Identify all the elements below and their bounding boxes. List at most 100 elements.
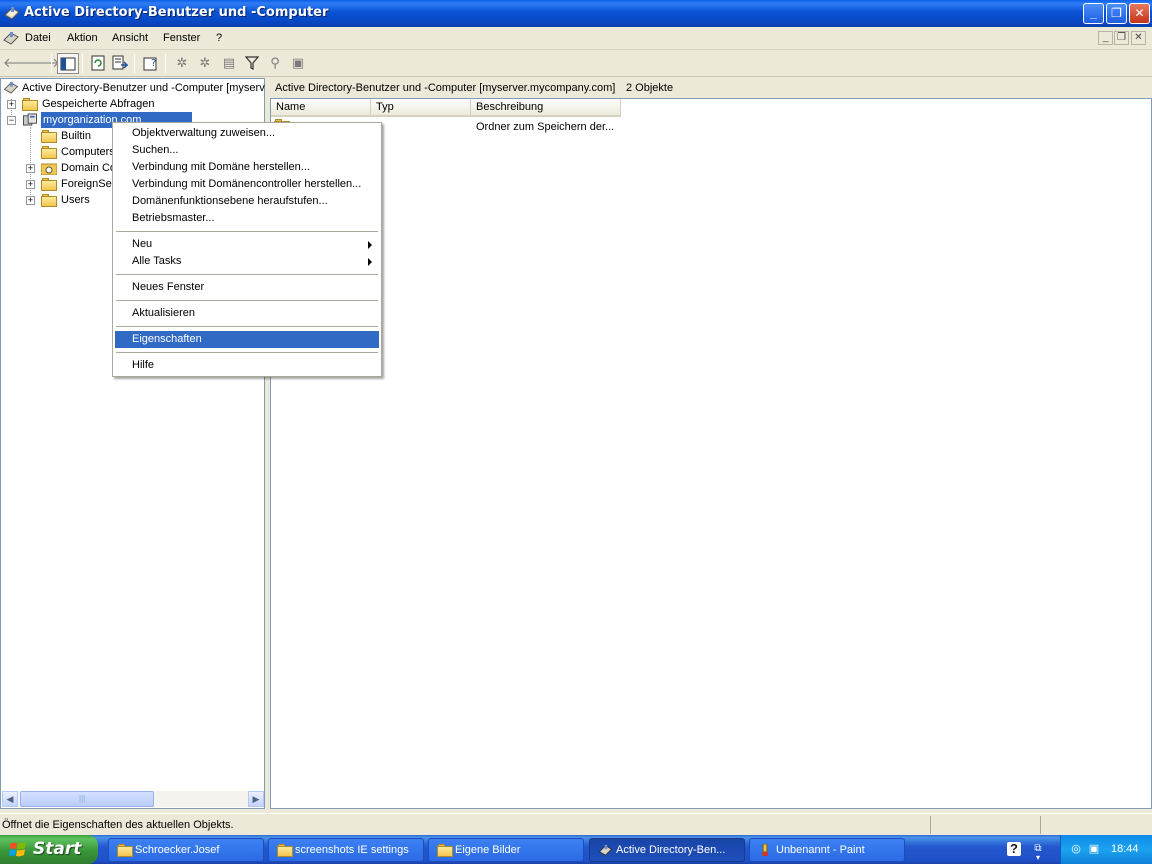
ctx-all-tasks[interactable]: Alle Tasks [115,253,379,270]
context-menu: Objektverwaltung zuweisen... Suchen... V… [112,122,382,377]
ctx-find[interactable]: Suchen... [115,142,379,159]
folder-icon [41,146,57,159]
ad-users-computers-icon [4,7,20,20]
ctx-delegate-control[interactable]: Objektverwaltung zuweisen... [115,125,379,142]
task-button[interactable]: Unbenannt - Paint [749,838,905,862]
toolbar-separator [82,54,83,73]
domain-icon [23,113,37,126]
tree-item-domain-controllers[interactable]: Domain Co [61,160,116,176]
find-icon[interactable]: ⚲ [264,53,286,74]
back-icon[interactable]: 🡐 [3,53,38,74]
tree-item-foreign-security[interactable]: ForeignSec [61,176,117,192]
properties-icon[interactable]: ? [140,53,162,74]
ad-users-computers-icon [598,844,613,856]
task-button[interactable]: screenshots IE settings [268,838,424,862]
details-path: Active Directory-Benutzer und -Computer … [275,82,616,94]
row-description[interactable]: Ordner zum Speichern der... [476,121,614,133]
expand-toggle[interactable]: + [7,100,16,109]
console-tree-icon[interactable] [57,53,79,74]
export-list-icon[interactable] [109,53,131,74]
mdi-close-button[interactable]: ✕ [1131,31,1146,45]
menu-separator [116,274,378,275]
taskbar: Start Schroecker.Josef screenshots IE se… [0,835,1152,864]
tree-item-computers[interactable]: Computers [61,144,115,160]
ctx-connect-domain[interactable]: Verbindung mit Domäne herstellen... [115,159,379,176]
menu-separator [116,326,378,327]
filter-icon[interactable] [241,53,263,74]
help-icon[interactable]: ? [1007,842,1021,856]
ctx-new[interactable]: Neu [115,236,379,253]
window-title: Active Directory-Benutzer und -Computer [24,5,329,20]
details-count: 2 Objekte [626,82,674,94]
menu-ansicht[interactable]: Ansicht [112,32,148,44]
task-label: Schroecker.Josef [135,844,220,856]
task-label: Active Directory-Ben... [616,844,726,856]
toolbar: 🡐 🡒 ? ✲ ✲ ▤ ⚲ ▣ [0,50,1152,77]
column-header-name[interactable]: Name [271,99,371,117]
task-button[interactable]: Eigene Bilder [428,838,584,862]
column-header-type[interactable]: Typ [371,99,471,117]
status-text: Öffnet die Eigenschaften des aktuellen O… [2,819,234,831]
tree-item-builtin[interactable]: Builtin [61,128,91,144]
task-button[interactable]: Schroecker.Josef [108,838,264,862]
clock: 18:44 [1111,843,1139,855]
ctx-raise-functional-level[interactable]: Domänenfunktionsebene heraufstufen... [115,193,379,210]
window-titlebar[interactable]: Active Directory-Benutzer und -Computer … [0,0,1152,27]
forward-icon[interactable]: 🡒 [25,53,60,74]
details-list[interactable]: Name Typ Beschreibung Ordner zum Speiche… [270,98,1152,809]
ctx-new-label: Neu [132,238,153,250]
ctx-operations-masters[interactable]: Betriebsmaster... [115,210,379,227]
start-label: Start [33,839,82,859]
ctx-help[interactable]: Hilfe [115,357,379,374]
menu-datei[interactable]: Datei [25,32,51,44]
chevron-icon[interactable]: ▾ [1030,850,1046,864]
scroll-grip: ||| [79,794,86,803]
start-button[interactable]: Start [0,835,98,864]
add-ou-icon[interactable]: ▤ [218,53,240,74]
menu-help[interactable]: ? [216,32,222,44]
tray-monitor-icon[interactable]: ▣ [1087,842,1101,856]
refresh-icon[interactable] [87,53,109,74]
expand-toggle[interactable]: + [26,164,35,173]
folder-icon [117,844,133,857]
scroll-left-button[interactable]: ◀ [2,791,18,807]
ctx-new-window[interactable]: Neues Fenster [115,279,379,296]
restore-button[interactable]: ❐ [1106,3,1127,24]
mdi-restore-button[interactable]: ❐ [1114,31,1129,45]
horizontal-scrollbar[interactable]: ◀ ||| ▶ [2,791,264,807]
expand-toggle[interactable]: + [26,180,35,189]
status-divider [1040,816,1041,834]
menu-separator [116,300,378,301]
scroll-right-button[interactable]: ▶ [248,791,264,807]
menu-bar: Datei Aktion Ansicht Fenster ? _ ❐ ✕ [0,27,1152,50]
ctx-refresh[interactable]: Aktualisieren [115,305,379,322]
task-button-active[interactable]: Active Directory-Ben... [589,838,745,862]
scroll-thumb[interactable]: ||| [20,791,154,807]
task-label: Unbenannt - Paint [776,844,865,856]
close-button[interactable]: ✕ [1129,3,1150,24]
task-label: screenshots IE settings [295,844,409,856]
add-to-group-icon[interactable]: ▣ [287,53,309,74]
tree-item-saved-queries[interactable]: Gespeicherte Abfragen [42,96,155,112]
add-group-icon[interactable]: ✲ [194,53,216,74]
ad-root-icon [3,81,19,94]
status-divider [930,816,931,834]
column-header-description[interactable]: Beschreibung [471,99,621,117]
tree-item-users[interactable]: Users [61,192,90,208]
collapse-toggle[interactable]: − [7,116,16,125]
system-menu-icon[interactable] [3,31,19,45]
ctx-properties[interactable]: Eigenschaften [115,331,379,348]
system-tray: ◎ ▣ 18:44 [1060,835,1152,864]
minimize-button[interactable]: _ [1083,3,1104,24]
mdi-minimize-button[interactable]: _ [1098,31,1113,45]
add-user-icon[interactable]: ✲ [171,53,193,74]
folder-icon [437,844,453,857]
tree-root-label[interactable]: Active Directory-Benutzer und -Computer … [22,80,265,96]
ctx-connect-dc[interactable]: Verbindung mit Domänencontroller herstel… [115,176,379,193]
task-label: Eigene Bilder [455,844,521,856]
tray-network-icon[interactable]: ◎ [1069,842,1083,856]
menu-fenster[interactable]: Fenster [163,32,200,44]
menu-aktion[interactable]: Aktion [67,32,98,44]
expand-toggle[interactable]: + [26,196,35,205]
toolbar-separator [51,54,52,73]
